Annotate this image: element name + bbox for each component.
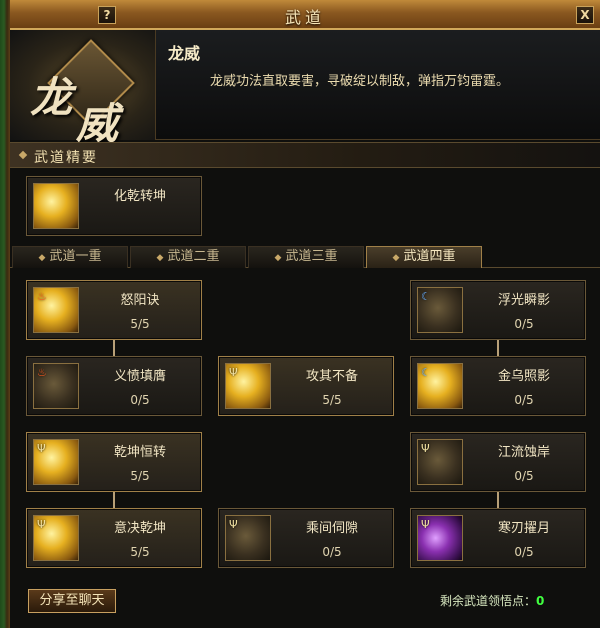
skill-slot-yijue[interactable]: Ψ 意决乾坤 5/5 xyxy=(26,508,202,568)
diamond-bullet-icon xyxy=(18,150,28,160)
close-button[interactable]: X xyxy=(576,6,594,24)
tab-diamond-icon: ◆ xyxy=(38,253,46,263)
essentials-title: 武道精要 xyxy=(34,150,98,166)
essentials-header: 武道精要 xyxy=(10,142,600,168)
skill-slot-gongqi[interactable]: Ψ 攻其不备 5/5 xyxy=(218,356,394,416)
skill-icon: ☾ xyxy=(417,287,463,333)
skill-slot-level: 0/5 xyxy=(322,545,342,559)
essential-skill-slot[interactable]: 化乾转坤 xyxy=(26,176,202,236)
tree-connector xyxy=(497,492,499,508)
skill-name: 龙威 xyxy=(168,44,201,63)
tab-tier-1[interactable]: ◆ 武道一重 xyxy=(12,246,128,268)
tab-tier-4[interactable]: ◆ 武道四重 xyxy=(366,246,482,268)
skill-icon: Ψ xyxy=(33,515,79,561)
skill-icon: ♨ xyxy=(33,287,79,333)
skill-slot-hanren[interactable]: Ψ 寒刃擢月 0/5 xyxy=(410,508,586,568)
skill-slot-level: 0/5 xyxy=(514,317,534,331)
skill-emblem: 龙 威 xyxy=(10,30,156,148)
fire-mark-icon: ♨ xyxy=(37,366,47,379)
skill-slot-level: 0/5 xyxy=(514,469,534,483)
skill-slot-level: 5/5 xyxy=(130,545,150,559)
skill-slot-jinwu[interactable]: ☾ 金乌照影 0/5 xyxy=(410,356,586,416)
palm-strike-icon xyxy=(33,183,79,229)
moon-mark-icon: ☾ xyxy=(421,290,431,303)
skill-icon: Ψ xyxy=(417,439,463,485)
skill-slot-name: 义愤填膺 xyxy=(113,369,166,384)
skill-slot-chengjian[interactable]: Ψ 乘间伺隙 0/5 xyxy=(218,508,394,568)
moon-mark-icon: ☾ xyxy=(421,366,431,379)
tree-connector xyxy=(497,340,499,356)
fire-mark-icon: ♨ xyxy=(37,290,47,303)
tab-diamond-icon: ◆ xyxy=(274,253,282,263)
remaining-points: 剩余武道领悟点：0 xyxy=(440,592,544,609)
essential-skill-name: 化乾转坤 xyxy=(113,189,166,204)
martial-way-window: ? 武道 X 龙 威 龙威 龙威功法直取要害，寻破绽以制敌，弹指万钧雷霆。 武道… xyxy=(0,0,600,628)
skill-slot-name: 寒刃擢月 xyxy=(497,521,550,536)
skill-slot-fuguang[interactable]: ☾ 浮光瞬影 0/5 xyxy=(410,280,586,340)
tab-label: 武道一重 xyxy=(49,249,102,264)
skill-icon: Ψ xyxy=(33,439,79,485)
skill-slot-level: 5/5 xyxy=(130,317,150,331)
tab-diamond-icon: ◆ xyxy=(392,253,400,263)
skill-slot-jiangliu[interactable]: Ψ 江流蚀岸 0/5 xyxy=(410,432,586,492)
trident-mark-icon: Ψ xyxy=(421,442,430,455)
title-bar[interactable]: ? 武道 X xyxy=(10,0,600,30)
skill-slot-level: 0/5 xyxy=(514,393,534,407)
skill-slot-level: 0/5 xyxy=(514,545,534,559)
skill-icon: Ψ xyxy=(225,363,271,409)
share-to-chat-button[interactable]: 分享至聊天 xyxy=(28,589,116,613)
trident-mark-icon: Ψ xyxy=(37,518,46,531)
skill-slot-yifen[interactable]: ♨ 义愤填膺 0/5 xyxy=(26,356,202,416)
skill-slot-name: 金乌照影 xyxy=(497,369,550,384)
skill-slot-level: 5/5 xyxy=(130,469,150,483)
skill-slot-name: 浮光瞬影 xyxy=(497,293,550,308)
skill-slot-name: 怒阳诀 xyxy=(120,293,160,308)
tab-diamond-icon: ◆ xyxy=(156,253,164,263)
skill-header: 龙 威 龙威 龙威功法直取要害，寻破绽以制敌，弹指万钧雷霆。 xyxy=(10,30,600,148)
skill-icon: ☾ xyxy=(417,363,463,409)
emblem-char-1: 龙 xyxy=(30,73,73,122)
skill-slot-name: 攻其不备 xyxy=(305,369,358,384)
skill-slot-name: 意决乾坤 xyxy=(113,521,166,536)
tree-connector xyxy=(113,340,115,356)
trident-mark-icon: Ψ xyxy=(229,366,238,379)
skill-slot-name: 江流蚀岸 xyxy=(497,445,550,460)
skill-description: 龙威功法直取要害，寻破绽以制敌，弹指万钧雷霆。 xyxy=(210,74,510,89)
skill-slot-name: 乾坤恒转 xyxy=(113,445,166,460)
trident-mark-icon: Ψ xyxy=(229,518,238,531)
trident-mark-icon: Ψ xyxy=(421,518,430,531)
background-edge xyxy=(0,0,10,628)
tab-label: 武道四重 xyxy=(403,249,456,264)
skill-slot-nuyang[interactable]: ♨ 怒阳诀 5/5 xyxy=(26,280,202,340)
skill-slot-level: 0/5 xyxy=(130,393,150,407)
window-title: 武道 xyxy=(284,8,325,27)
tab-label: 武道二重 xyxy=(167,249,220,264)
tab-label: 武道三重 xyxy=(285,249,338,264)
tab-tier-3[interactable]: ◆ 武道三重 xyxy=(248,246,364,268)
tree-connector xyxy=(113,492,115,508)
tier-tabs: ◆ 武道一重 ◆ 武道二重 ◆ 武道三重 ◆ 武道四重 xyxy=(10,246,600,268)
skill-slot-level: 5/5 xyxy=(322,393,342,407)
tab-tier-2[interactable]: ◆ 武道二重 xyxy=(130,246,246,268)
points-label: 剩余武道领悟点： xyxy=(440,594,537,608)
skill-slot-name: 乘间伺隙 xyxy=(305,521,358,536)
trident-mark-icon: Ψ xyxy=(37,442,46,455)
skill-slot-qiankun[interactable]: Ψ 乾坤恒转 5/5 xyxy=(26,432,202,492)
skill-icon: ♨ xyxy=(33,363,79,409)
skill-icon: Ψ xyxy=(225,515,271,561)
points-value: 0 xyxy=(536,594,545,608)
skill-icon: Ψ xyxy=(417,515,463,561)
